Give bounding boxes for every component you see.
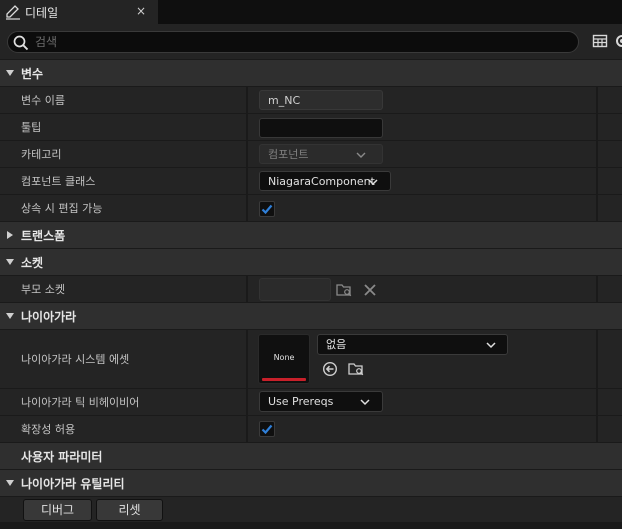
reset-button[interactable]: 리셋 [96, 499, 163, 521]
row-niagara-tick-behavior: 나이아가라 틱 비헤이비어 Use Prereqs [0, 388, 622, 415]
system-asset-value: 없음 [326, 338, 347, 351]
tab-title: 디테일 [25, 5, 59, 20]
category-variable[interactable]: 변수 [0, 59, 622, 86]
checkmark-icon [261, 424, 273, 435]
component-class-dropdown[interactable]: NiagaraComponent [259, 171, 391, 191]
tab-bar: 디테일 × [0, 0, 622, 24]
category-label: 변수 [21, 66, 44, 81]
category-transform[interactable]: 트랜스폼 [0, 221, 622, 248]
property-label: 부모 소켓 [21, 283, 65, 296]
utilities-button-row: 디버그 리셋 [0, 496, 622, 522]
variable-name-field[interactable]: m_NC [259, 90, 383, 110]
category-niagara[interactable]: 나이아가라 [0, 302, 622, 329]
chevron-right-icon [7, 231, 13, 239]
checkmark-icon [261, 204, 273, 215]
property-label: 툴팁 [21, 121, 42, 134]
row-component-class: 컴포넌트 클래스 NiagaraComponent [0, 167, 622, 194]
row-category: 카테고리 컴포넌트 [0, 140, 622, 167]
row-tooltip: 툴팁 [0, 113, 622, 140]
property-label: 상속 시 편집 가능 [21, 202, 103, 215]
tick-behavior-dropdown[interactable]: Use Prereqs [259, 391, 383, 412]
parent-socket-field[interactable] [259, 278, 331, 301]
system-asset-dropdown[interactable]: 없음 [317, 334, 508, 355]
tab-close-button[interactable]: × [134, 3, 148, 19]
tooltip-field[interactable] [259, 118, 383, 138]
property-label: 나이아가라 시스템 에셋 [21, 353, 130, 366]
tick-behavior-value: Use Prereqs [268, 395, 334, 408]
clear-icon[interactable] [362, 282, 378, 298]
chevron-down-icon [6, 259, 14, 265]
asset-thumbnail-label: None [273, 353, 295, 362]
asset-thumbnail[interactable]: None [258, 334, 310, 384]
row-editable-on-inherit: 상속 시 편집 가능 [0, 194, 622, 221]
property-label: 카테고리 [21, 148, 62, 161]
property-label: 확장성 허용 [21, 423, 76, 436]
category-user-parameters[interactable]: 사용자 파라미터 [0, 442, 622, 469]
row-allow-scalability: 확장성 허용 [0, 415, 622, 442]
property-label: 나이아가라 틱 비헤이비어 [21, 396, 140, 409]
chevron-down-icon [6, 480, 14, 486]
table-icon[interactable] [592, 33, 608, 49]
category-niagara-utilities[interactable]: 나이아가라 유틸리티 [0, 469, 622, 496]
category-label: 사용자 파라미터 [21, 449, 103, 464]
chevron-down-icon [6, 70, 14, 76]
debug-button[interactable]: 디버그 [23, 499, 92, 521]
chevron-down-icon [486, 342, 496, 349]
pencil-icon [6, 5, 20, 20]
browse-asset-icon[interactable] [348, 361, 364, 377]
gear-icon[interactable] [614, 33, 622, 49]
use-selected-asset-icon[interactable] [322, 361, 338, 377]
chevron-down-icon [360, 399, 370, 406]
category-socket[interactable]: 소켓 [0, 248, 622, 275]
category-label: 나이아가라 [21, 309, 77, 324]
folder-search-icon[interactable] [336, 282, 352, 298]
row-variable-name: 변수 이름 m_NC [0, 86, 622, 113]
asset-type-bar [262, 378, 306, 381]
allow-scalability-checkbox[interactable] [259, 421, 275, 437]
row-parent-socket: 부모 소켓 [0, 275, 622, 302]
chevron-down-icon [368, 179, 378, 186]
category-combo[interactable]: 컴포넌트 [259, 144, 383, 164]
chevron-down-icon [356, 152, 366, 158]
search-box[interactable] [7, 31, 579, 53]
category-label: 트랜스폼 [21, 228, 66, 243]
search-icon [13, 35, 29, 51]
row-niagara-system-asset: 나이아가라 시스템 에셋 [0, 329, 622, 388]
editable-inherit-checkbox[interactable] [259, 201, 275, 217]
property-label: 컴포넌트 클래스 [21, 175, 96, 188]
tab-details[interactable]: 디테일 × [0, 0, 158, 24]
search-input[interactable] [35, 34, 555, 50]
category-value: 컴포넌트 [268, 148, 309, 161]
chevron-down-icon [6, 313, 14, 319]
category-label: 소켓 [21, 255, 44, 270]
property-label: 변수 이름 [21, 94, 65, 107]
category-label: 나이아가라 유틸리티 [21, 476, 125, 491]
component-class-value: NiagaraComponent [268, 175, 375, 188]
